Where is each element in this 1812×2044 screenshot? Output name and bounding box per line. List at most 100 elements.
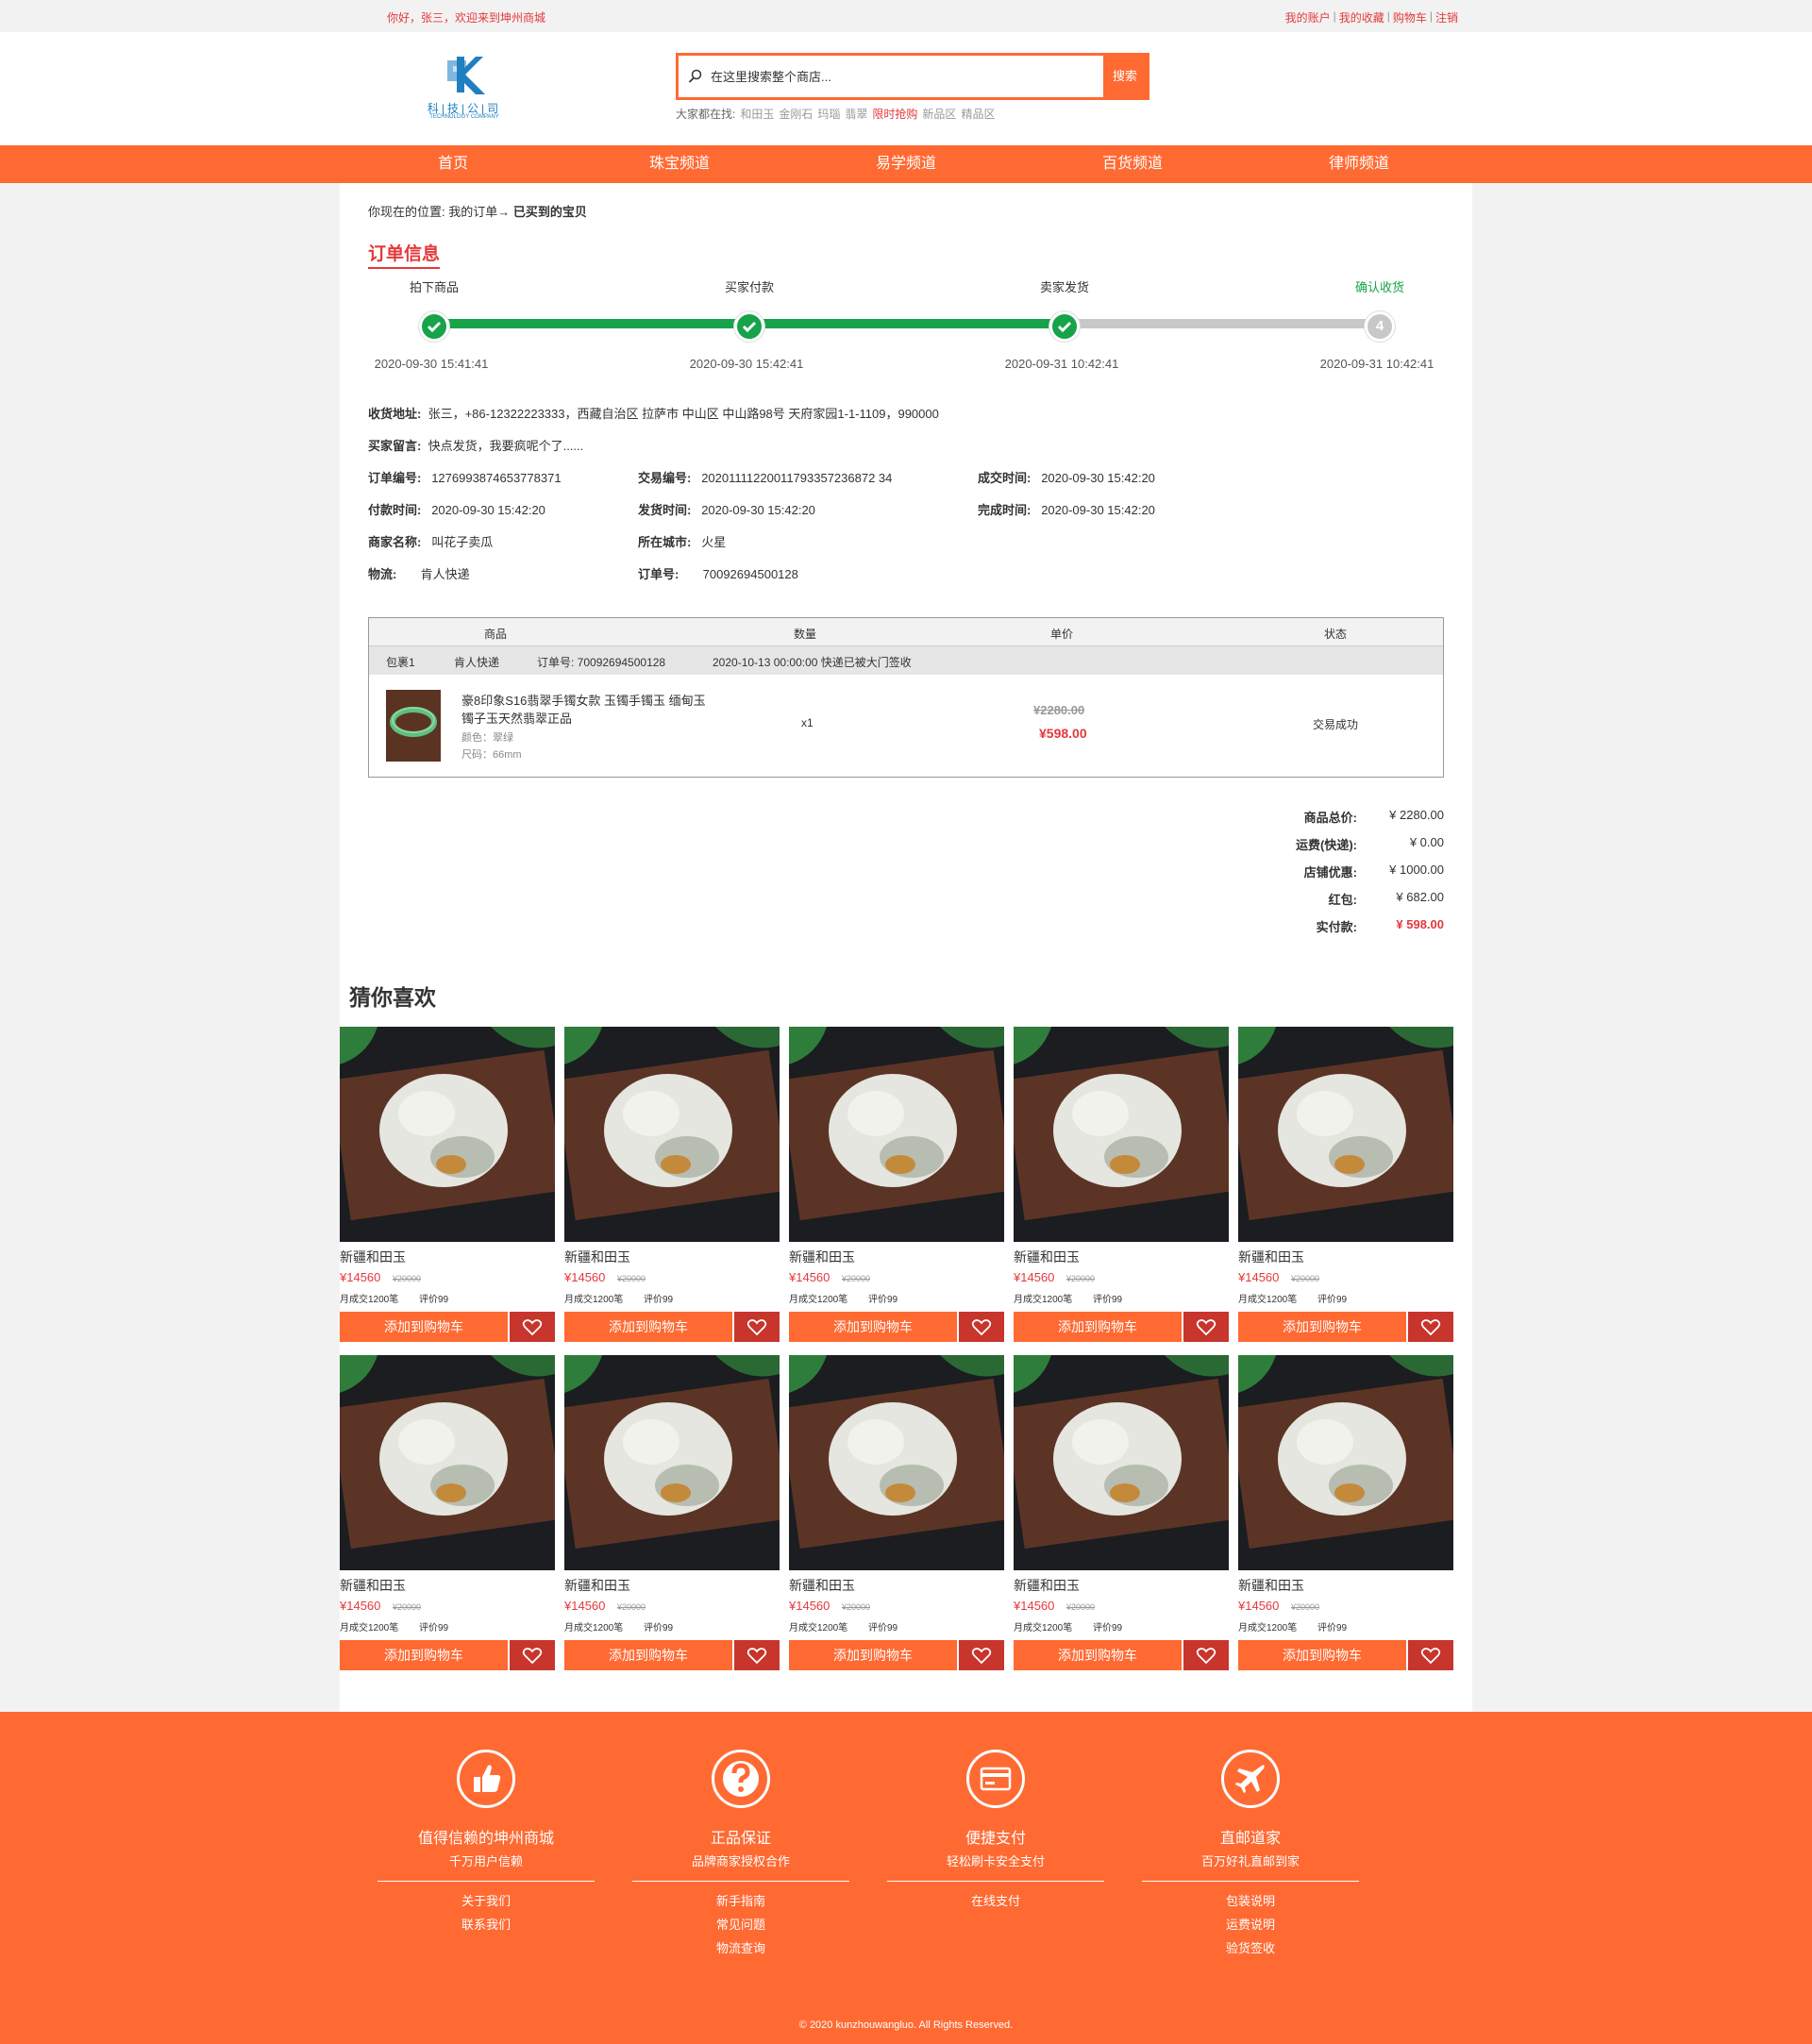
product-image[interactable] xyxy=(564,1027,780,1242)
product-card[interactable]: 新疆和田玉 ¥14560 ¥20000 月成交1200笔 评价99 添加到购物车 xyxy=(340,1355,555,1676)
product-image[interactable] xyxy=(1014,1355,1229,1570)
product-name[interactable]: 新疆和田玉 xyxy=(340,1248,406,1266)
heart-icon[interactable] xyxy=(1408,1640,1453,1670)
add-to-cart-button[interactable]: 添加到购物车 xyxy=(789,1312,957,1342)
add-to-cart-button[interactable]: 添加到购物车 xyxy=(340,1312,508,1342)
product-name[interactable]: 新疆和田玉 xyxy=(1014,1576,1080,1595)
nav-jewelry[interactable]: 珠宝频道 xyxy=(604,145,755,183)
footer-link-pay-online[interactable]: 在线支付 xyxy=(887,1891,1104,1909)
heart-icon[interactable] xyxy=(959,1640,1004,1670)
add-to-cart-button[interactable]: 添加到购物车 xyxy=(789,1640,957,1670)
heart-icon[interactable] xyxy=(510,1312,555,1342)
package-tracking: 订单号: 70092694500128 xyxy=(537,656,666,669)
heart-icon[interactable] xyxy=(510,1640,555,1670)
search-input[interactable] xyxy=(711,65,1069,88)
product-thumbnail[interactable] xyxy=(386,690,441,762)
add-to-cart-button[interactable]: 添加到购物车 xyxy=(564,1312,732,1342)
company-logo[interactable]: 科|技|公|司 TECHNOLOGY COMPANY xyxy=(425,55,504,123)
nav-yixue[interactable]: 易学频道 xyxy=(830,145,982,183)
product-reviews: 评价99 xyxy=(1093,1295,1123,1305)
product-price: ¥14560 xyxy=(1238,1270,1280,1284)
add-to-cart-button[interactable]: 添加到购物车 xyxy=(340,1640,508,1670)
product-name[interactable]: 豪8印象S16翡翠手镯女款 玉镯手镯玉 缅甸玉镯子玉天然翡翠正品 xyxy=(461,692,716,728)
nav-home[interactable]: 首页 xyxy=(378,145,528,183)
footer-link-contact[interactable]: 联系我们 xyxy=(378,1915,595,1933)
heart-icon[interactable] xyxy=(959,1312,1004,1342)
product-image[interactable] xyxy=(340,1027,555,1242)
product-card[interactable]: 新疆和田玉 ¥14560 ¥20000 月成交1200笔 评价99 添加到购物车 xyxy=(789,1027,1004,1348)
heart-icon[interactable] xyxy=(1408,1312,1453,1342)
hot-term[interactable]: 翡翠 xyxy=(845,106,867,122)
product-name[interactable]: 新疆和田玉 xyxy=(1238,1248,1304,1266)
breadcrumb-current[interactable]: 已买到的宝贝 xyxy=(513,205,587,219)
step-number: 4 xyxy=(1365,311,1395,342)
product-image[interactable] xyxy=(564,1355,780,1570)
product-card[interactable]: 新疆和田玉 ¥14560 ¥20000 月成交1200笔 评价99 添加到购物车 xyxy=(564,1027,780,1348)
account-links: 我的账户 | 我的收藏 | 购物车 | 注销 xyxy=(1283,9,1461,25)
footer-link-logistics[interactable]: 物流查询 xyxy=(632,1938,849,1956)
product-image[interactable] xyxy=(789,1355,1004,1570)
product-name[interactable]: 新疆和田玉 xyxy=(1014,1248,1080,1266)
logout-link[interactable]: 注销 xyxy=(1433,9,1461,25)
footer-link-packaging[interactable]: 包装说明 xyxy=(1142,1891,1359,1909)
product-name[interactable]: 新疆和田玉 xyxy=(564,1248,630,1266)
product-name[interactable]: 新疆和田玉 xyxy=(789,1576,855,1595)
product-price: ¥14560 xyxy=(789,1599,830,1613)
product-image[interactable] xyxy=(340,1355,555,1570)
footer-link-guide[interactable]: 新手指南 xyxy=(632,1891,849,1909)
product-reviews: 评价99 xyxy=(644,1623,674,1634)
product-card[interactable]: 新疆和田玉 ¥14560 ¥20000 月成交1200笔 评价99 添加到购物车 xyxy=(1238,1027,1453,1348)
product-image[interactable] xyxy=(1014,1027,1229,1242)
heart-icon[interactable] xyxy=(1183,1640,1229,1670)
hot-term[interactable]: 新品区 xyxy=(922,106,956,122)
order-info-title: 订单信息 xyxy=(368,240,441,269)
add-to-cart-button[interactable]: 添加到购物车 xyxy=(564,1640,732,1670)
heart-icon[interactable] xyxy=(734,1640,780,1670)
product-image[interactable] xyxy=(1238,1027,1453,1242)
product-price: ¥14560 xyxy=(340,1599,381,1613)
hot-term[interactable]: 玛瑙 xyxy=(817,106,840,122)
product-image[interactable] xyxy=(1238,1355,1453,1570)
product-name[interactable]: 新疆和田玉 xyxy=(1238,1576,1304,1595)
step-time: 2020-09-31 10:42:41 xyxy=(1319,357,1434,371)
add-to-cart-button[interactable]: 添加到购物车 xyxy=(1014,1640,1182,1670)
product-card[interactable]: 新疆和田玉 ¥14560 ¥20000 月成交1200笔 评价99 添加到购物车 xyxy=(1014,1355,1229,1676)
hot-term[interactable]: 精品区 xyxy=(961,106,995,122)
hot-term-flash-sale[interactable]: 限时抢购 xyxy=(872,106,917,122)
footer-link-inspection[interactable]: 验货签收 xyxy=(1142,1938,1359,1956)
product-card[interactable]: 新疆和田玉 ¥14560 ¥20000 月成交1200笔 评价99 添加到购物车 xyxy=(1014,1027,1229,1348)
check-icon xyxy=(1049,311,1080,342)
product-card[interactable]: 新疆和田玉 ¥14560 ¥20000 月成交1200笔 评价99 添加到购物车 xyxy=(564,1355,780,1676)
nav-general[interactable]: 百货频道 xyxy=(1057,145,1208,183)
product-card[interactable]: 新疆和田玉 ¥14560 ¥20000 月成交1200笔 评价99 添加到购物车 xyxy=(340,1027,555,1348)
heart-icon[interactable] xyxy=(734,1312,780,1342)
product-original-price: ¥20000 xyxy=(617,1602,646,1612)
footer-link-faq[interactable]: 常见问题 xyxy=(632,1915,849,1933)
footer-title: 正品保证 xyxy=(710,1831,771,1847)
heart-icon[interactable] xyxy=(1183,1312,1229,1342)
airplane-icon xyxy=(1221,1750,1280,1808)
add-to-cart-button[interactable]: 添加到购物车 xyxy=(1014,1312,1182,1342)
product-image[interactable] xyxy=(789,1027,1004,1242)
product-name[interactable]: 新疆和田玉 xyxy=(564,1576,630,1595)
my-favorites-link[interactable]: 我的收藏 xyxy=(1336,9,1387,25)
cart-link[interactable]: 购物车 xyxy=(1390,9,1430,25)
product-name[interactable]: 新疆和田玉 xyxy=(789,1248,855,1266)
hot-term[interactable]: 和田玉 xyxy=(740,106,774,122)
footer-link-about[interactable]: 关于我们 xyxy=(378,1891,595,1909)
product-name[interactable]: 新疆和田玉 xyxy=(340,1576,406,1595)
hot-term[interactable]: 金刚石 xyxy=(779,106,813,122)
product-original-price: ¥20000 xyxy=(1291,1602,1320,1612)
product-card[interactable]: 新疆和田玉 ¥14560 ¥20000 月成交1200笔 评价99 添加到购物车 xyxy=(1238,1355,1453,1676)
copyright: © 2020 kunzhouwangluo. All Rights Reserv… xyxy=(798,2019,1014,2031)
product-card[interactable]: 新疆和田玉 ¥14560 ¥20000 月成交1200笔 评价99 添加到购物车 xyxy=(789,1355,1004,1676)
my-account-link[interactable]: 我的账户 xyxy=(1283,9,1334,25)
product-original-price: ¥20000 xyxy=(617,1274,646,1283)
order-progress: 拍下商品 买家付款 卖家发货 确认收货 4 2020-09-30 15:41:4… xyxy=(368,277,1444,381)
nav-lawyer[interactable]: 律师频道 xyxy=(1284,145,1434,183)
search-button[interactable]: 搜索 xyxy=(1103,56,1147,97)
add-to-cart-button[interactable]: 添加到购物车 xyxy=(1238,1640,1406,1670)
footer-link-shipping-fee[interactable]: 运费说明 xyxy=(1142,1915,1359,1933)
question-icon xyxy=(712,1750,770,1808)
add-to-cart-button[interactable]: 添加到购物车 xyxy=(1238,1312,1406,1342)
